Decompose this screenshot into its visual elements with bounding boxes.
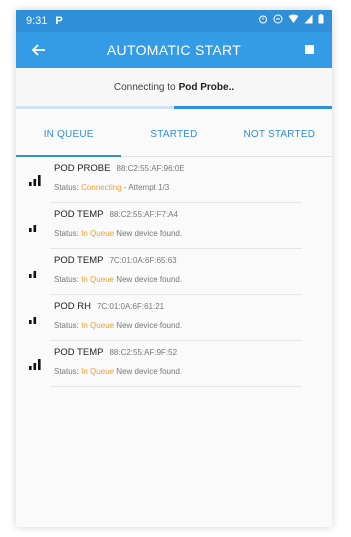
- signal-bar: [29, 228, 32, 232]
- status-label: Status:: [54, 367, 79, 376]
- device-mac: 7C:01:0A:6F:61:21: [96, 302, 165, 311]
- connection-progress-bar: [16, 106, 332, 109]
- signal-strength-icon: [29, 271, 37, 278]
- signal-bar: [29, 320, 32, 324]
- status-detail: New device found.: [114, 367, 183, 376]
- signal-strength-icon: [29, 225, 37, 232]
- device-row[interactable]: POD PROBE 88:C2:55:AF:96:0E Status: Conne…: [29, 157, 302, 203]
- device-status-line: Status: In Queue New device found.: [54, 367, 182, 376]
- device-name: POD RH: [54, 301, 91, 312]
- device-status-line: Status: Connecting - Attempt 1/3: [54, 183, 169, 192]
- tab-not-started[interactable]: NOT STARTED: [227, 113, 332, 156]
- signal-bar: [38, 359, 41, 370]
- device-name: POD TEMP: [54, 255, 104, 266]
- connecting-banner: Connecting to Pod Probe..: [16, 68, 332, 106]
- signal-bar: [29, 182, 32, 186]
- battery-icon: [318, 14, 324, 24]
- status-detail: New device found.: [114, 321, 183, 330]
- signal-bar: [29, 366, 32, 370]
- device-list: POD PROBE 88:C2:55:AF:96:0E Status: Conne…: [16, 157, 332, 387]
- status-value: In Queue: [81, 229, 115, 238]
- status-value: In Queue: [81, 367, 115, 376]
- signal-bar: [33, 179, 37, 186]
- status-label: Status:: [54, 321, 79, 330]
- device-name: POD PROBE: [54, 163, 111, 174]
- device-mac: 88:C2:55:AF:F7:A4: [109, 210, 178, 219]
- back-arrow-icon[interactable]: [30, 41, 48, 59]
- device-status-line: Status: In Queue New device found.: [54, 275, 182, 284]
- app-bar: AUTOMATIC START: [16, 32, 332, 68]
- device-row[interactable]: POD RH 7C:01:0A:6F:61:21 Status: In Queue…: [29, 295, 302, 341]
- signal-strength-icon: [29, 359, 41, 370]
- device-name: POD TEMP: [54, 209, 104, 220]
- device-status-line: Status: In Queue New device found.: [54, 229, 182, 238]
- device-status-line: Status: In Queue New device found.: [54, 321, 182, 330]
- status-label: Status:: [54, 275, 79, 284]
- device-row[interactable]: POD TEMP 88:C2:55:AF:9F:52 Status: In Que…: [29, 341, 302, 387]
- tab-bar: IN QUEUE STARTED NOT STARTED: [16, 113, 332, 157]
- signal-bar: [33, 271, 37, 278]
- connecting-device: Pod Probe..: [178, 81, 235, 93]
- stop-icon[interactable]: [305, 45, 314, 54]
- signal-strength-icon: [29, 175, 41, 186]
- wifi-icon: [288, 14, 299, 23]
- connecting-prefix: Connecting to: [113, 81, 176, 93]
- signal-bar: [33, 225, 37, 232]
- device-row[interactable]: POD TEMP 88:C2:55:AF:F7:A4 Status: In Que…: [29, 203, 302, 249]
- device-title-line: POD PROBE 88:C2:55:AF:96:0E: [54, 163, 185, 174]
- device-name: POD TEMP: [54, 347, 104, 358]
- device-mac: 88:C2:55:AF:96:0E: [116, 164, 185, 173]
- device-title-line: POD TEMP 88:C2:55:AF:F7:A4: [54, 209, 178, 220]
- status-value: In Queue: [81, 321, 115, 330]
- alarm-icon: [259, 15, 267, 24]
- device-row[interactable]: POD TEMP 7C:01:0A:6F:65:63 Status: In Que…: [29, 249, 302, 295]
- status-bar: 9:31 P: [16, 10, 332, 32]
- tab-in-queue[interactable]: IN QUEUE: [16, 113, 122, 157]
- signal-bar: [33, 317, 37, 324]
- status-detail: New device found.: [114, 275, 183, 284]
- cell-signal-icon: [304, 14, 313, 24]
- status-label: Status:: [54, 183, 79, 192]
- status-detail: New device found.: [114, 229, 183, 238]
- signal-bar: [33, 363, 37, 370]
- status-label: Status:: [54, 229, 79, 238]
- signal-strength-icon: [29, 317, 37, 324]
- status-value: In Queue: [81, 275, 115, 284]
- phone-screen: 9:31 P AUTOMATIC START Connecting to Pod…: [16, 10, 332, 527]
- status-detail: - Attempt 1/3: [121, 183, 170, 192]
- app-notification-icon: P: [55, 15, 63, 27]
- do-not-disturb-icon: [273, 14, 283, 24]
- progress-fill: [174, 106, 332, 109]
- system-icons: [258, 14, 324, 24]
- signal-bar: [29, 274, 32, 278]
- tab-started[interactable]: STARTED: [121, 113, 226, 156]
- signal-bar: [38, 175, 41, 186]
- device-title-line: POD TEMP 7C:01:0A:6F:65:63: [54, 255, 177, 266]
- device-title-line: POD RH 7C:01:0A:6F:61:21: [54, 301, 164, 312]
- status-value: Connecting: [81, 183, 122, 192]
- device-mac: 88:C2:55:AF:9F:52: [109, 348, 178, 357]
- device-title-line: POD TEMP 88:C2:55:AF:9F:52: [54, 347, 177, 358]
- page-title: AUTOMATIC START: [106, 42, 242, 58]
- device-mac: 7C:01:0A:6F:65:63: [109, 256, 177, 265]
- status-time: 9:31: [26, 15, 48, 27]
